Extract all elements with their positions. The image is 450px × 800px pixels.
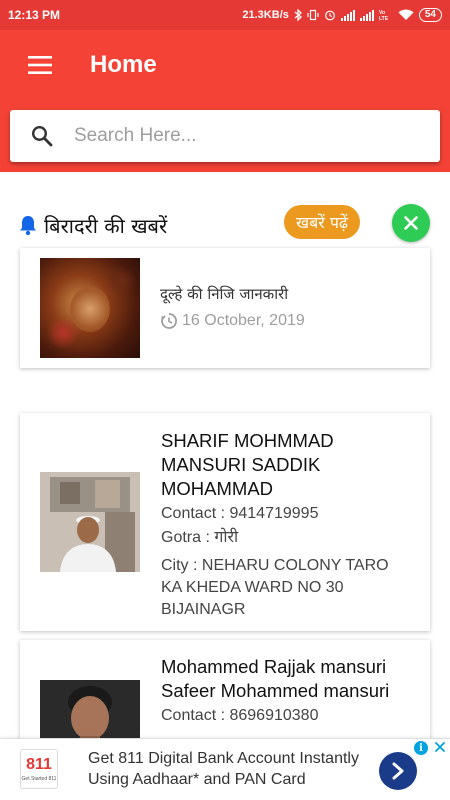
profile-contact: Contact : 8696910380 [161, 707, 319, 724]
alarm-icon [324, 10, 335, 21]
close-icon [404, 216, 418, 230]
signal-icon [340, 9, 355, 21]
news-item-title: दूल्हे की निजि जानकारी [160, 285, 289, 303]
status-time: 12:13 PM [8, 8, 61, 22]
network-speed: 21.3KB/s [242, 9, 289, 21]
hamburger-menu-icon [28, 56, 52, 74]
ad-banner[interactable]: 811 Get Started 811 Get 811 Digital Bank… [0, 738, 450, 800]
close-button[interactable] [392, 204, 430, 242]
bluetooth-icon [294, 9, 302, 21]
ad-go-button[interactable] [379, 752, 417, 790]
profile-name: Mohammed Rajjak mansuri Safeer Mohammed … [161, 656, 390, 701]
search-bar-container [0, 100, 450, 172]
profile-info: Mohammed Rajjak mansuri Safeer Mohammed … [161, 655, 411, 727]
info-icon[interactable]: i [414, 741, 428, 755]
menu-button[interactable] [0, 30, 80, 100]
ad-text: Get 811 Digital Bank Account Instantly U… [88, 750, 359, 788]
wifi-icon [398, 9, 414, 20]
profile-info: SHARIF MOHMMAD MANSURI SADDIK MOHAMMAD C… [161, 429, 411, 621]
profile-city: City : NEHARU COLONY TARO KA KHEDA WARD … [161, 557, 389, 618]
search-box[interactable] [10, 110, 440, 162]
news-card[interactable]: दूल्हे की निजि जानकारी 16 October, 2019 [20, 248, 430, 368]
news-section-title: बिरादरी की खबरें [44, 213, 168, 238]
profile-gotra: Gotra : गोरी [161, 529, 239, 546]
profile-contact: Contact : 9414719995 [161, 505, 319, 522]
profile-card[interactable]: SHARIF MOHMMAD MANSURI SADDIK MOHAMMAD C… [20, 413, 430, 631]
news-section-header: बिरादरी की खबरें खबरें पढ़ें [18, 204, 438, 245]
read-news-button[interactable]: खबरें पढ़ें [284, 205, 360, 239]
signal-icon-2 [359, 9, 374, 21]
status-bar: 12:13 PM 21.3KB/s Vo LTE 54 [0, 0, 450, 30]
ad-logo-text: 811 [26, 756, 52, 773]
vibrate-icon [307, 9, 319, 21]
app-bar: Home [0, 30, 450, 100]
volte-icon: VoLTE [379, 10, 389, 21]
news-thumbnail [40, 258, 140, 358]
status-icons: 21.3KB/s Vo LTE 54 [242, 8, 442, 22]
svg-text:LTE: LTE [379, 16, 389, 21]
ad-logo: 811 Get Started 811 [20, 749, 58, 789]
clock-icon [160, 312, 178, 330]
screen: 12:13 PM 21.3KB/s Vo LTE 54 Home Search … [0, 0, 450, 800]
search-icon[interactable] [10, 110, 74, 162]
bell-icon [18, 213, 40, 237]
battery-icon: 54 [418, 8, 442, 22]
page-title: Home [90, 51, 157, 78]
news-text: दूल्हे की निजि जानकारी 16 October, 2019 [160, 284, 305, 330]
news-date-row: 16 October, 2019 [160, 312, 305, 330]
profile-photo [40, 472, 140, 572]
chevron-right-icon [392, 762, 404, 780]
ad-close-icon[interactable] [432, 739, 448, 755]
ad-logo-subtext: Get Started 811 [21, 776, 57, 782]
profile-name: SHARIF MOHMMAD MANSURI SADDIK MOHAMMAD [161, 430, 334, 499]
news-item-date: 16 October, 2019 [182, 312, 305, 329]
search-input[interactable] [74, 125, 414, 147]
